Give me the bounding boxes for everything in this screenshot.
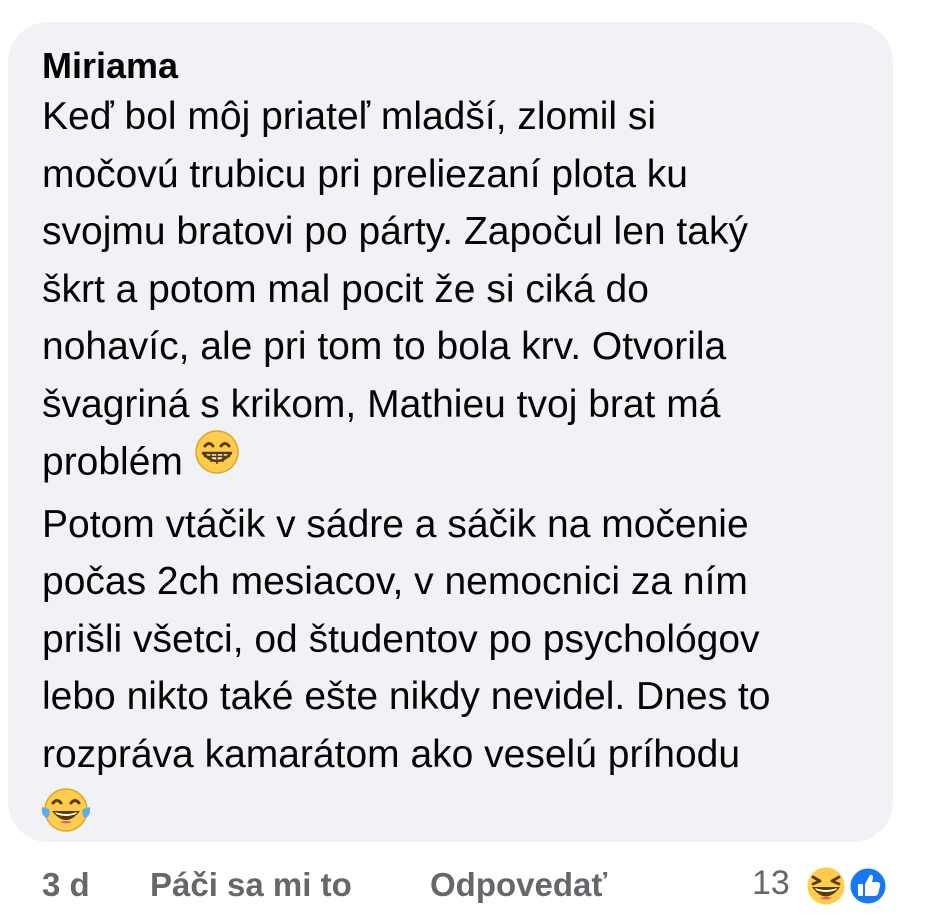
laughing-reaction-icon: [804, 864, 848, 908]
comment-line-text: problém: [42, 440, 183, 484]
like-button[interactable]: Páči sa mi to: [150, 866, 352, 904]
comment-line: Potom vtáčik v sádre a sáčik na močenie: [42, 502, 749, 546]
like-reaction-icon: [847, 865, 889, 907]
grinning-face-emoji-icon: [194, 429, 240, 492]
comment-text: Keď bol môj priateľ mladší, zlomil si mo…: [40, 88, 873, 852]
comment-line: škrt a potom mal pocit že si ciká do: [42, 267, 649, 311]
comment-line: močovú trubicu pri preliezaní plota ku: [42, 152, 688, 196]
comment-line: rozpráva kamarátom ako veselú príhodu: [42, 732, 741, 776]
reaction-summary[interactable]: [802, 862, 902, 910]
comment-author[interactable]: Miriama: [42, 44, 873, 88]
comment-line: Keď bol môj priateľ mladší, zlomil si: [42, 95, 657, 138]
comment-line: nohavíc, ale pri tom to bola krv. Otvori…: [42, 325, 727, 368]
comment-line: švagriná s krikom, Mathieu tvoj brat má: [42, 382, 721, 426]
comment-line-emoji: [40, 783, 873, 852]
reply-button[interactable]: Odpovedať: [430, 866, 607, 904]
tears-of-joy-emoji-icon: [40, 785, 92, 852]
comment-line: lebo nikto také ešte nikdy nevidel. Dnes…: [42, 675, 771, 718]
comment-footer: 3 d Páči sa mi to Odpovedať 13: [0, 862, 927, 912]
comment-line: prišli všetci, od študentov po psychológ…: [42, 617, 760, 661]
comment-line: svojmu bratovi po párty. Započul len tak…: [42, 210, 748, 253]
comment-line-with-emoji: problém: [42, 430, 873, 496]
comment-bubble: Miriama Keď bol môj priateľ mladší, zlom…: [8, 22, 893, 842]
comment-timestamp[interactable]: 3 d: [42, 866, 90, 904]
comment-line: počas 2ch mesiacov, v nemocnici za ním: [42, 560, 748, 603]
reaction-count[interactable]: 13: [752, 864, 790, 903]
